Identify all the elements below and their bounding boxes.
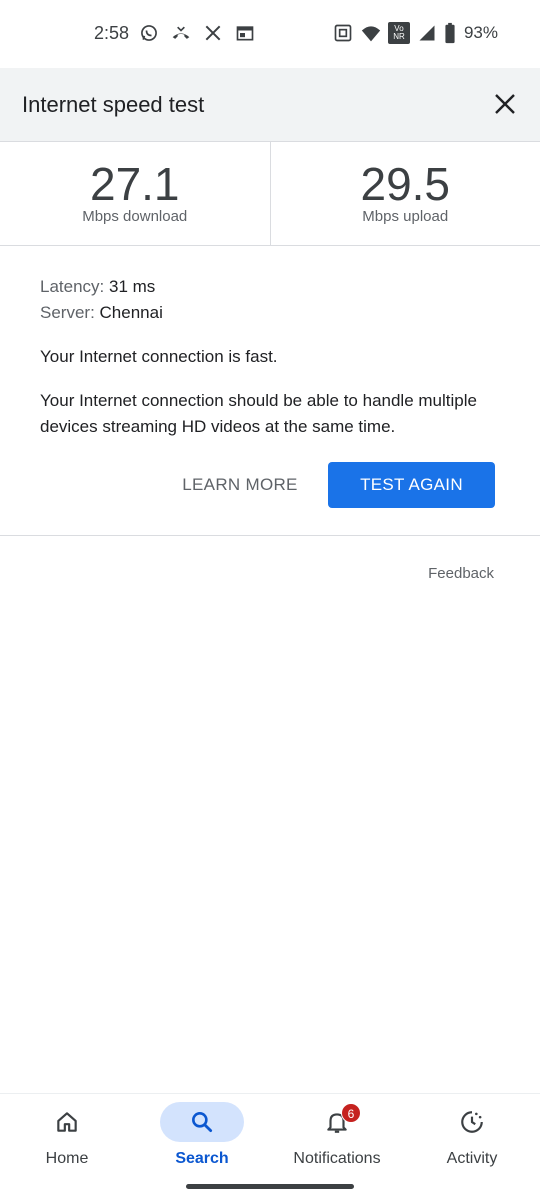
- battery-icon: [444, 22, 456, 44]
- close-button[interactable]: [490, 89, 520, 119]
- connection-summary: Your Internet connection is fast.: [40, 347, 278, 366]
- notification-badge: 6: [341, 1103, 361, 1123]
- upload-value: 29.5: [360, 158, 451, 210]
- speed-results: 27.1 Mbps download 29.5 Mbps upload: [0, 142, 540, 246]
- latency-value: 31 ms: [109, 277, 156, 296]
- learn-more-button[interactable]: LEARN MORE: [172, 462, 308, 508]
- status-right-icons: Vo NR 93%: [332, 22, 498, 44]
- nav-activity-label: Activity: [446, 1150, 498, 1167]
- nav-search[interactable]: Search: [142, 1102, 262, 1182]
- missed-call-icon: [170, 22, 192, 44]
- upload-result: 29.5 Mbps upload: [271, 142, 540, 245]
- test-details: Latency: 31 ms Server: Chennai Your Inte…: [40, 274, 510, 440]
- download-value: 27.1: [89, 158, 180, 210]
- nav-home[interactable]: Home: [7, 1102, 127, 1182]
- test-again-button[interactable]: TEST AGAIN: [328, 462, 495, 508]
- latency-key: Latency:: [40, 277, 105, 296]
- divider: [0, 535, 540, 536]
- home-icon: [57, 1112, 77, 1132]
- search-icon: [192, 1112, 213, 1133]
- download-result: 27.1 Mbps download: [0, 142, 271, 245]
- nav-notifications[interactable]: 6 Notifications: [277, 1102, 397, 1182]
- status-time: 2:58: [94, 23, 130, 43]
- x-icon: [202, 22, 224, 44]
- server-line: Server: Chennai: [40, 300, 510, 326]
- action-row: LEARN MORE TEST AGAIN: [0, 462, 540, 508]
- gesture-bar[interactable]: [186, 1184, 354, 1189]
- nfc-icon: [332, 22, 354, 44]
- upload-unit: Mbps upload: [362, 208, 449, 225]
- server-key: Server:: [40, 303, 95, 322]
- page-title: Internet speed test: [22, 92, 205, 117]
- nav-notifications-label: Notifications: [293, 1150, 381, 1167]
- download-unit: Mbps download: [82, 208, 188, 225]
- nav-search-label: Search: [175, 1150, 229, 1167]
- activity-icon: [461, 1111, 483, 1133]
- feedback-link[interactable]: Feedback: [428, 565, 494, 582]
- connection-description: Your Internet connection should be able …: [40, 391, 477, 436]
- close-icon: [495, 94, 515, 114]
- signal-icon: [416, 22, 438, 44]
- nav-home-label: Home: [45, 1150, 89, 1167]
- status-left-icons: [138, 22, 256, 44]
- status-bar: 2:58 Vo NR 93%: [0, 0, 540, 68]
- speed-test-header: Internet speed test: [0, 68, 540, 142]
- nav-activity[interactable]: Activity: [412, 1102, 532, 1182]
- vonr-label-bottom: NR: [393, 32, 405, 41]
- calendar-icon: [234, 22, 256, 44]
- battery-percent: 93%: [463, 23, 498, 42]
- whatsapp-icon: [138, 22, 160, 44]
- vonr-icon: Vo NR: [387, 22, 410, 44]
- server-value: Chennai: [99, 303, 163, 322]
- wifi-icon: [360, 22, 382, 44]
- latency-line: Latency: 31 ms: [40, 274, 510, 300]
